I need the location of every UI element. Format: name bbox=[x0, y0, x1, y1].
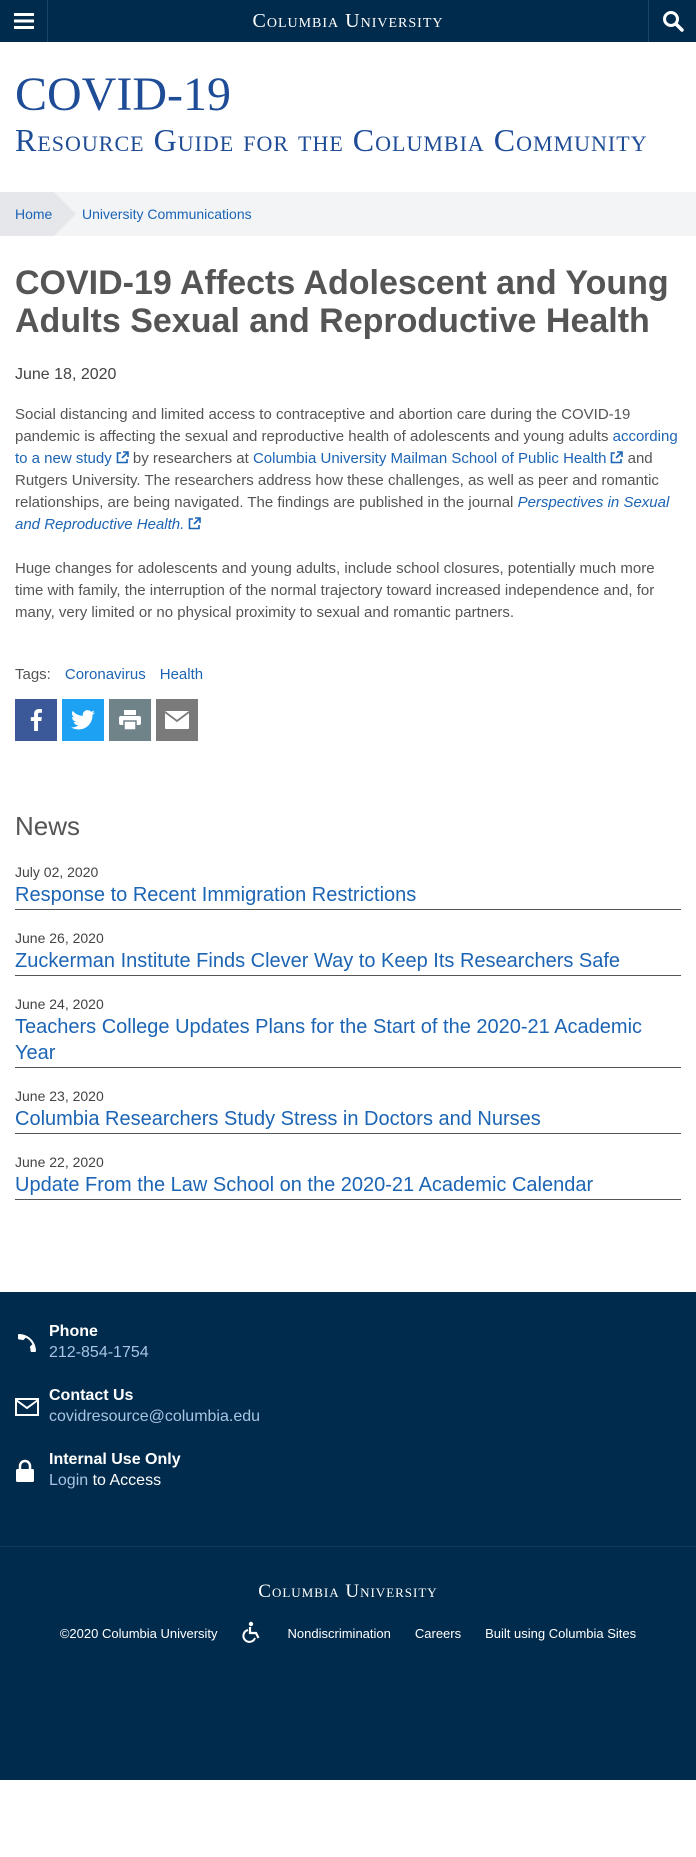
article-title: COVID-19 Affects Adolescent and Young Ad… bbox=[15, 264, 669, 340]
news-date: June 26, 2020 bbox=[15, 930, 104, 946]
contact-footer: Phone 212-854-1754 Contact Us covidresou… bbox=[0, 1292, 696, 1546]
news-date: June 23, 2020 bbox=[15, 1088, 104, 1104]
share-buttons bbox=[15, 699, 681, 741]
news-item: June 24, 2020 Teachers College Updates P… bbox=[15, 996, 681, 1068]
article-paragraph-1: Social distancing and limited access to … bbox=[15, 404, 681, 536]
phone-title: Phone bbox=[49, 1323, 98, 1340]
news-item: June 23, 2020 Columbia Researchers Study… bbox=[15, 1088, 681, 1134]
footer-links: ©2020 Columbia University Nondiscriminat… bbox=[0, 1621, 696, 1646]
phone-icon bbox=[15, 1322, 49, 1364]
news-title-link[interactable]: Columbia Researchers Study Stress in Doc… bbox=[15, 1108, 541, 1130]
article: COVID-19 Affects Adolescent and Young Ad… bbox=[0, 236, 696, 741]
article-paragraph-2: Huge changes for adolescents and young a… bbox=[15, 560, 655, 621]
login-suffix: to Access bbox=[88, 1472, 162, 1489]
internal-title: Internal Use Only bbox=[49, 1451, 181, 1468]
contact-email: Contact Us covidresource@columbia.edu bbox=[15, 1386, 681, 1428]
email-icon[interactable] bbox=[156, 699, 198, 741]
twitter-icon[interactable] bbox=[62, 699, 104, 741]
site-subtitle[interactable]: Resource Guide for the Columbia Communit… bbox=[15, 122, 681, 158]
news-title-link[interactable]: Update From the Law School on the 2020-2… bbox=[15, 1174, 593, 1196]
news-heading: News bbox=[15, 811, 81, 841]
built-using-link[interactable]: Built using Columbia Sites bbox=[485, 1626, 636, 1641]
breadcrumb: Home University Communications bbox=[0, 192, 696, 236]
mailman-school-link[interactable]: Columbia University Mailman School of Pu… bbox=[253, 450, 606, 467]
article-date: June 18, 2020 bbox=[15, 366, 117, 383]
phone-link[interactable]: 212-854-1754 bbox=[49, 1344, 149, 1361]
news-section: News July 02, 2020 Response to Recent Im… bbox=[0, 741, 696, 1200]
paragraph-text: by researchers at bbox=[128, 450, 253, 467]
envelope-icon bbox=[15, 1386, 49, 1428]
site-title[interactable]: COVID-19 bbox=[15, 68, 681, 122]
facebook-icon[interactable] bbox=[15, 699, 57, 741]
news-item: June 22, 2020 Update From the Law School… bbox=[15, 1154, 681, 1200]
contact-internal: Internal Use Only Login to Access bbox=[15, 1450, 681, 1492]
hamburger-icon[interactable] bbox=[0, 0, 48, 42]
top-nav-bar: Columbia University bbox=[0, 0, 696, 42]
site-footer: Columbia University ©2020 Columbia Unive… bbox=[0, 1546, 696, 1780]
contact-title: Contact Us bbox=[49, 1387, 134, 1404]
external-link-icon bbox=[116, 451, 129, 464]
tags: Tags: Coronavirus Health bbox=[15, 666, 681, 683]
news-item: June 26, 2020 Zuckerman Institute Finds … bbox=[15, 930, 681, 976]
nondiscrimination-link[interactable]: Nondiscrimination bbox=[288, 1626, 391, 1641]
accessibility-icon[interactable] bbox=[241, 1621, 264, 1646]
news-date: July 02, 2020 bbox=[15, 864, 99, 880]
breadcrumb-university-communications[interactable]: University Communications bbox=[82, 206, 252, 222]
news-title-link[interactable]: Response to Recent Immigration Restricti… bbox=[15, 884, 416, 906]
lock-icon bbox=[15, 1450, 49, 1492]
news-title-link[interactable]: Zuckerman Institute Finds Clever Way to … bbox=[15, 950, 620, 972]
breadcrumb-home[interactable]: Home bbox=[0, 192, 76, 236]
footer-brand[interactable]: Columbia University bbox=[0, 1581, 696, 1603]
tag-coronavirus[interactable]: Coronavirus bbox=[65, 666, 146, 683]
news-item: July 02, 2020 Response to Recent Immigra… bbox=[15, 864, 681, 910]
login-link[interactable]: Login bbox=[49, 1472, 88, 1489]
news-title-link[interactable]: Teachers College Updates Plans for the S… bbox=[15, 1016, 642, 1064]
external-link-icon bbox=[188, 517, 202, 530]
paragraph-text: Social distancing and limited access to … bbox=[15, 406, 631, 445]
copyright: ©2020 Columbia University bbox=[59, 1626, 218, 1641]
university-brand[interactable]: Columbia University bbox=[253, 10, 444, 33]
news-date: June 22, 2020 bbox=[15, 1154, 104, 1170]
email-link[interactable]: covidresource@columbia.edu bbox=[49, 1408, 260, 1425]
news-date: June 24, 2020 bbox=[15, 996, 104, 1012]
contact-phone: Phone 212-854-1754 bbox=[15, 1322, 681, 1364]
careers-link[interactable]: Careers bbox=[415, 1626, 461, 1641]
site-header: COVID-19 Resource Guide for the Columbia… bbox=[0, 42, 696, 192]
tag-health[interactable]: Health bbox=[160, 666, 203, 683]
print-icon[interactable] bbox=[109, 699, 151, 741]
search-icon[interactable] bbox=[648, 0, 696, 42]
tags-label: Tags: bbox=[15, 666, 51, 683]
external-link-icon bbox=[611, 451, 624, 464]
